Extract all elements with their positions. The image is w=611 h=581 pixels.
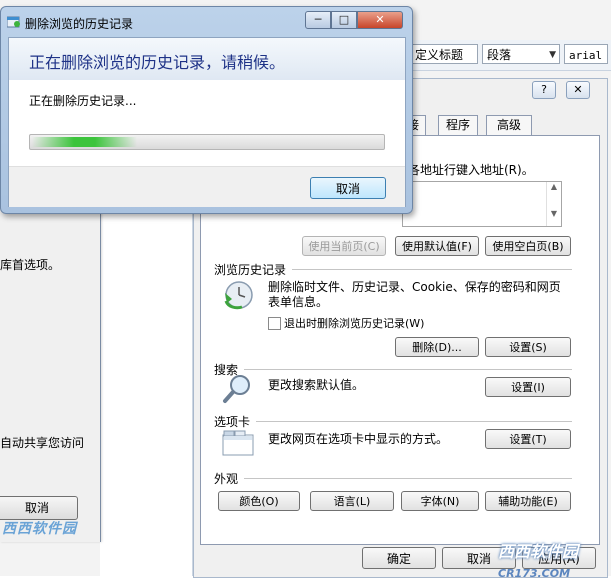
home-page-address-box[interactable]: ▲ ▼ xyxy=(402,181,562,227)
home-page-description: 各地址行键入地址(R)。 xyxy=(408,163,534,177)
help-button[interactable]: ? xyxy=(532,81,556,99)
languages-button[interactable]: 语言(L) xyxy=(310,491,394,511)
delete-history-button[interactable]: 删除(D)... xyxy=(395,337,479,357)
maximize-icon[interactable]: □ xyxy=(331,11,357,29)
chevron-down-icon: ▼ xyxy=(549,50,556,60)
tabs-section-label: 选项卡 xyxy=(214,415,251,429)
font-select-value: arial xyxy=(569,49,603,62)
left-dialog-panel: 库首选项。 自动共享您访问 取消 xyxy=(0,200,101,542)
paragraph-select[interactable]: 段落 ▼ xyxy=(482,44,560,64)
app-icon xyxy=(6,16,21,28)
close-icon[interactable]: ✕ xyxy=(566,81,590,99)
left-panel-text-1: 库首选项。 xyxy=(0,258,61,272)
appearance-section-label: 外观 xyxy=(214,472,239,486)
use-current-page-button[interactable]: 使用当前页(C) xyxy=(302,236,386,256)
progress-heading: 正在删除浏览的历史记录，请稍候。 xyxy=(29,53,286,72)
progress-footer: 取消 xyxy=(9,166,405,207)
watermark-logo-right: 西西软件园 CR173.COM xyxy=(498,538,611,581)
delete-on-exit-label[interactable]: 退出时删除浏览历史记录(W) xyxy=(284,316,424,331)
search-settings-button[interactable]: 设置(I) xyxy=(485,377,571,397)
use-blank-page-button[interactable]: 使用空白页(B) xyxy=(485,236,571,256)
paragraph-select-value: 段落 xyxy=(487,48,512,62)
tabs-icon xyxy=(222,429,254,457)
use-default-button[interactable]: 使用默认值(F) xyxy=(395,236,479,256)
watermark-text: 西西软件园 xyxy=(498,542,579,561)
style-select-value: 定义标题 xyxy=(415,48,464,62)
ok-button[interactable]: 确定 xyxy=(362,547,436,569)
tab-programs[interactable]: 程序 xyxy=(438,115,478,135)
tabs-settings-button[interactable]: 设置(T) xyxy=(485,429,571,449)
history-icon xyxy=(222,279,254,311)
history-section-label: 浏览历史记录 xyxy=(214,263,287,277)
progress-dialog-content: 正在删除浏览的历史记录，请稍候。 正在删除历史记录... 取消 xyxy=(8,37,406,207)
divider xyxy=(244,478,572,479)
left-panel-text-2: 自动共享您访问 xyxy=(0,436,85,450)
delete-on-exit-checkbox[interactable] xyxy=(268,317,281,330)
watermark-logo-left: 西西软件园 xyxy=(2,521,77,537)
cancel-button[interactable]: 取消 xyxy=(310,177,386,199)
colors-button[interactable]: 颜色(O) xyxy=(218,491,300,511)
dialog-title: 删除浏览的历史记录 xyxy=(25,17,134,31)
search-description: 更改搜索默认值。 xyxy=(268,378,365,392)
divider xyxy=(292,269,572,270)
history-description: 删除临时文件、历史记录、Cookie、保存的密码和网页表单信息。 xyxy=(268,280,561,309)
divider xyxy=(256,421,572,422)
fonts-button[interactable]: 字体(N) xyxy=(401,491,479,511)
close-icon[interactable]: ✕ xyxy=(357,11,403,29)
minimize-icon[interactable]: ─ xyxy=(305,11,331,29)
progress-bar xyxy=(29,134,385,150)
tab-advanced[interactable]: 高级 xyxy=(486,115,532,135)
divider xyxy=(244,369,572,370)
search-icon xyxy=(222,373,254,405)
delete-history-progress-dialog: 删除浏览的历史记录 ─ □ ✕ 正在删除浏览的历史记录，请稍候。 正在删除历史记… xyxy=(0,6,413,214)
left-cancel-button[interactable]: 取消 xyxy=(0,496,78,520)
watermark-subtext: CR173.COM xyxy=(498,567,571,580)
progress-header: 正在删除浏览的历史记录，请稍候。 xyxy=(9,38,405,80)
accessibility-button[interactable]: 辅助功能(E) xyxy=(485,491,571,511)
history-settings-button[interactable]: 设置(S) xyxy=(485,337,571,357)
progress-status: 正在删除历史记录... xyxy=(29,94,137,108)
progress-bar-fill xyxy=(32,137,137,147)
style-select[interactable]: 定义标题 xyxy=(410,44,478,64)
tabs-description: 更改网页在选项卡中显示的方式。 xyxy=(268,432,449,446)
scrollbar[interactable]: ▲ ▼ xyxy=(546,182,561,226)
font-select[interactable]: arial xyxy=(564,44,608,64)
